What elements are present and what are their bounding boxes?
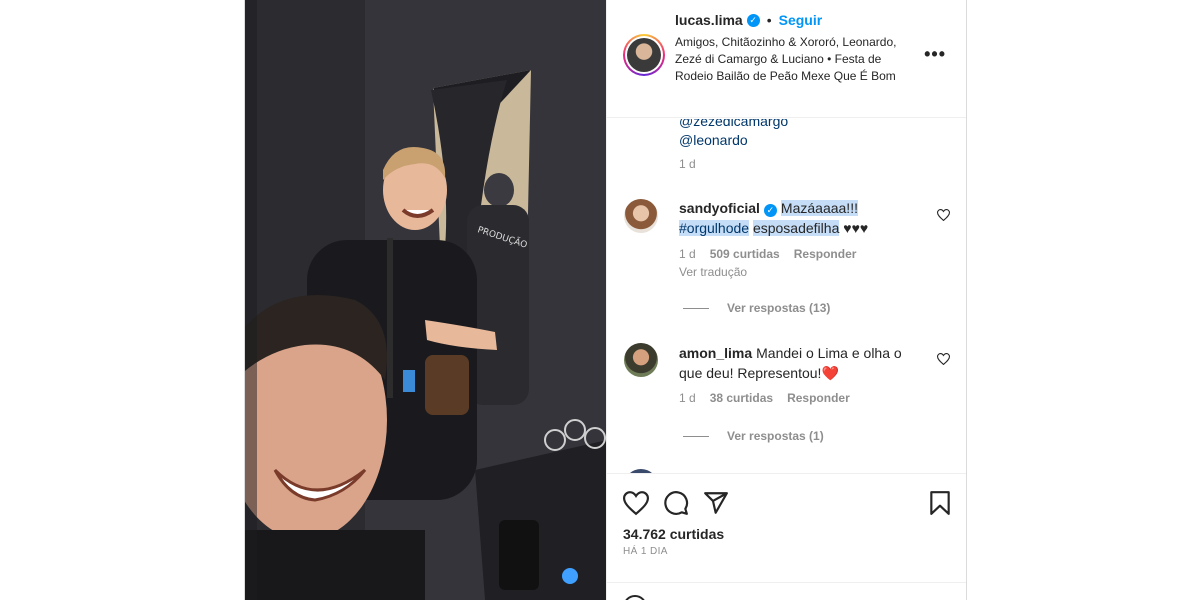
- mention-leonardo[interactable]: @leonardo: [679, 132, 748, 148]
- mention-zezedicamargo[interactable]: @zezedicamargo: [679, 119, 788, 129]
- view-replies-label: Ver respostas (1): [727, 429, 824, 443]
- header-text: lucas.lima ✓ • Seguir Amigos, Chitãozinh…: [675, 11, 925, 85]
- avatar[interactable]: [624, 343, 658, 377]
- view-replies-button[interactable]: Ver respostas (13): [683, 301, 830, 315]
- comment-icon[interactable]: [663, 490, 689, 516]
- bookmark-icon[interactable]: [927, 490, 953, 516]
- comment-highlight: Mazáaaaa!!!: [780, 200, 858, 216]
- separator: •: [766, 12, 772, 28]
- reply-button[interactable]: Responder: [787, 391, 850, 405]
- heart-icon[interactable]: [623, 490, 649, 516]
- comment-likes[interactable]: 38 curtidas: [710, 391, 773, 405]
- comment-age: 1 d: [679, 247, 696, 261]
- likes-count[interactable]: 34.762 curtidas: [623, 526, 724, 542]
- verified-icon: ✓: [763, 204, 777, 217]
- caption-age: 1 d: [679, 157, 696, 171]
- comment-meta: 1 d 509 curtidas Responder: [679, 247, 856, 261]
- username-line: lucas.lima ✓ • Seguir: [675, 11, 925, 29]
- replies-divider: [683, 307, 709, 309]
- view-replies-label: Ver respostas (13): [727, 301, 831, 315]
- follow-button[interactable]: Seguir: [779, 12, 823, 28]
- comments-list[interactable]: @zezedicamargo @leonardo 1 d sandyoficia…: [607, 119, 966, 473]
- post-header: lucas.lima ✓ • Seguir Amigos, Chitãozinh…: [607, 0, 966, 118]
- emoji-icon[interactable]: [623, 595, 647, 600]
- more-options-icon[interactable]: •••: [924, 44, 946, 65]
- view-replies-button[interactable]: Ver respostas (1): [683, 429, 824, 443]
- heart-icon[interactable]: [937, 209, 950, 221]
- verified-icon: ✓: [746, 13, 760, 27]
- photo-illustration: PRODUÇÃO: [245, 0, 606, 600]
- share-icon[interactable]: [703, 490, 729, 516]
- red-heart-emoji: ❤️: [821, 365, 839, 381]
- reply-button[interactable]: Responder: [794, 247, 857, 261]
- heart-icon[interactable]: [937, 353, 950, 365]
- post-username[interactable]: lucas.lima: [675, 12, 743, 28]
- avatar[interactable]: [624, 199, 658, 233]
- comment-username[interactable]: sandyoficial: [679, 200, 760, 216]
- comment-highlight: esposadefilha: [752, 220, 840, 236]
- instagram-post: PRODUÇÃO lucas.lima ✓ • Seguir Amigos, C…: [244, 0, 967, 600]
- comment-username[interactable]: amon_lima: [679, 345, 752, 361]
- hashtag-link[interactable]: #orgulhode: [679, 220, 750, 236]
- hearts-emoji: ♥♥♥: [843, 220, 869, 236]
- avatar-image: [627, 38, 661, 72]
- comment-bar: [607, 582, 966, 600]
- post-age: HÁ 1 DIA: [623, 546, 668, 557]
- post-location[interactable]: Amigos, Chitãozinho & Xororó, Leonardo, …: [675, 34, 905, 85]
- replies-divider: [683, 435, 709, 437]
- post-photo[interactable]: PRODUÇÃO: [245, 0, 606, 600]
- comment-meta: 1 d 38 curtidas Responder: [679, 391, 850, 405]
- comment-text: sandyoficial ✓ Mazáaaaa!!! #orgulhode espo…: [679, 198, 927, 238]
- avatar[interactable]: [623, 34, 665, 76]
- translate-link[interactable]: Ver tradução: [679, 265, 747, 279]
- post-side-panel: lucas.lima ✓ • Seguir Amigos, Chitãozinh…: [606, 0, 966, 600]
- comment-likes[interactable]: 509 curtidas: [710, 247, 780, 261]
- comment-text: amon_lima Mandei o Lima e olha o que deu!…: [679, 343, 927, 383]
- comment-age: 1 d: [679, 391, 696, 405]
- post-actions: 34.762 curtidas HÁ 1 DIA: [607, 473, 966, 600]
